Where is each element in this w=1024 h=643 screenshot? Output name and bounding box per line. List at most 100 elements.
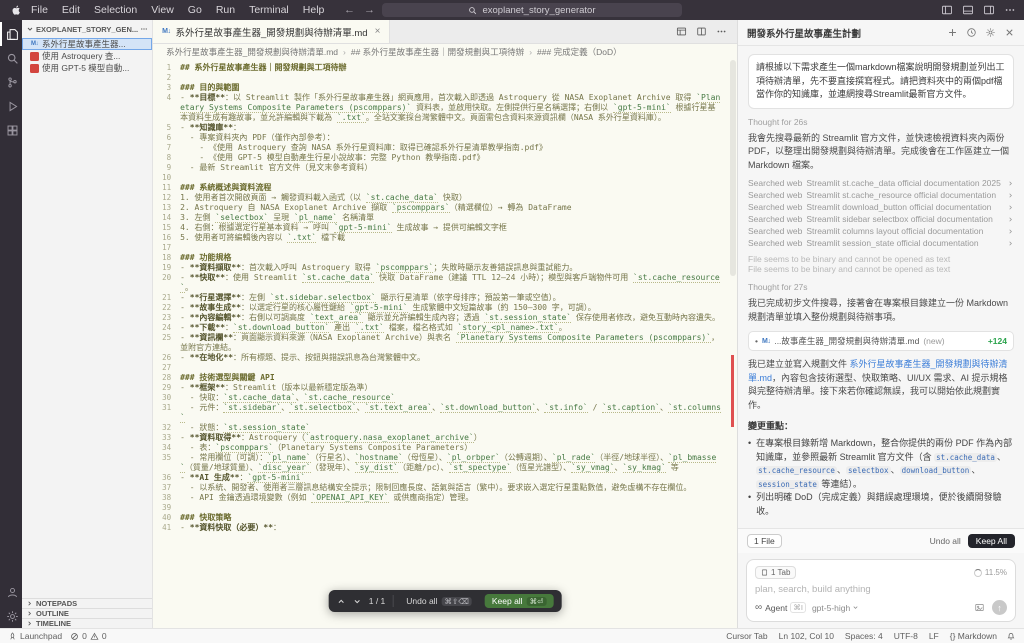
status-bar-item[interactable]: Spaces: 4 bbox=[845, 631, 883, 641]
changed-files-pill[interactable]: 1 File bbox=[747, 534, 782, 548]
line-number: 18 bbox=[162, 253, 172, 262]
notifications-bell-icon[interactable] bbox=[1006, 631, 1016, 641]
binary-file-notes: File seems to be binary and cannot be op… bbox=[748, 254, 1014, 274]
web-search-item[interactable]: Searched web Streamlit columns layout of… bbox=[748, 225, 1014, 237]
menu-item[interactable]: Selection bbox=[87, 4, 144, 16]
toggle-right-sidebar-icon[interactable] bbox=[983, 4, 995, 16]
explorer-activity-icon[interactable] bbox=[0, 22, 22, 46]
explorer-section-header[interactable]: OUTLINE bbox=[22, 608, 153, 618]
model-selector[interactable]: gpt-5-high bbox=[812, 603, 859, 613]
file-item[interactable]: 使用 Astroquery 查... bbox=[22, 50, 152, 62]
extensions-activity-icon[interactable] bbox=[0, 118, 22, 142]
next-change-icon[interactable] bbox=[353, 597, 362, 606]
explorer-more-icon[interactable] bbox=[140, 25, 148, 33]
prev-change-icon[interactable] bbox=[337, 597, 346, 606]
line-number: 24 bbox=[162, 323, 172, 332]
file-item[interactable]: 使用 GPT-5 模型自動... bbox=[22, 62, 152, 74]
editor-content-area[interactable]: 1 ## 系外行星故事產生器｜開發規劃與工項待辦 2 3 ### 目的與範圍 4… bbox=[153, 60, 737, 628]
assistant-message: 我已完成初步文件搜尋，接著會在專案根目錄建立一份 Markdown 規劃清單並填… bbox=[748, 298, 1009, 322]
toggle-bottom-panel-icon[interactable] bbox=[962, 4, 974, 16]
editor-more-icon[interactable] bbox=[716, 26, 727, 37]
editor-scrollbar[interactable] bbox=[728, 60, 737, 628]
web-search-item[interactable]: Searched web Streamlit st.cache_data off… bbox=[748, 177, 1014, 189]
file-item[interactable]: 系外行星故事產生器... bbox=[22, 38, 153, 50]
editor-line: 41 - **資料快取（必要）**： bbox=[153, 523, 737, 533]
chevron-right-icon bbox=[1009, 192, 1012, 198]
workspace-search-box[interactable]: exoplanet_story_generator bbox=[382, 3, 682, 17]
web-search-item[interactable]: Searched web Streamlit download_button o… bbox=[748, 201, 1014, 213]
breadcrumb-segment[interactable]: ## 系外行星故事產生器｜開發規劃與工項待辦 bbox=[338, 46, 524, 58]
status-bar: Launchpad 0 0 Cursor Tab Ln 102, Col 10 Sp… bbox=[0, 628, 1024, 643]
send-message-button[interactable]: ↑ bbox=[992, 600, 1007, 615]
usage-percent: 11.5% bbox=[984, 568, 1007, 577]
menu-item[interactable]: Help bbox=[296, 4, 332, 16]
breadcrumb-segment[interactable]: ### 完成定義（DoD） bbox=[524, 46, 622, 58]
status-bar-item[interactable]: UTF-8 bbox=[894, 631, 918, 641]
new-chat-plus-icon[interactable] bbox=[947, 27, 958, 38]
menu-item[interactable]: Run bbox=[209, 4, 242, 16]
explorer-section-header[interactable]: TIMELINE bbox=[22, 618, 153, 628]
menu-item[interactable]: Edit bbox=[55, 4, 87, 16]
undo-all-button[interactable]: Undo all ⌘⇧⌫ bbox=[400, 595, 478, 607]
thought-duration[interactable]: Thought for 27s bbox=[748, 282, 1014, 292]
line-text: - **資料取得**：Astroquery（`astroquery.nasa_e… bbox=[180, 433, 482, 443]
undo-all-files-button[interactable]: Undo all bbox=[930, 536, 961, 546]
line-text: 5. 使用者可將編輯後內容以 `.txt` 檔下載 bbox=[180, 233, 346, 243]
explorer-section-header[interactable]: NOTEPADS bbox=[22, 598, 153, 608]
line-number: 34 bbox=[162, 443, 172, 452]
menu-item[interactable]: Terminal bbox=[242, 4, 296, 16]
chat-input-placeholder[interactable]: plan, search, build anything bbox=[755, 584, 1007, 595]
run-debug-activity-icon[interactable] bbox=[0, 94, 22, 118]
history-back-button[interactable]: ← bbox=[342, 4, 357, 16]
chat-tab-title[interactable]: 開發系外行星故事產生計劃 bbox=[747, 26, 861, 40]
created-file-chip[interactable]: • M↓ ...故事產生器_開發規劃與待辦清單.md (new) +124 bbox=[748, 331, 1014, 351]
search-activity-icon[interactable] bbox=[0, 46, 22, 70]
line-text: - **框架**：Streamlit（版本以最新穩定版為準） bbox=[180, 383, 373, 392]
status-bar-item[interactable]: Ln 102, Col 10 bbox=[779, 631, 834, 641]
source-control-activity-icon[interactable] bbox=[0, 70, 22, 94]
problems-item[interactable]: 0 0 bbox=[70, 631, 107, 641]
line-text: - **AI 生成**：`gpt-5-mini` bbox=[180, 473, 306, 483]
settings-gear-icon[interactable] bbox=[0, 604, 22, 628]
account-icon[interactable] bbox=[0, 580, 22, 604]
context-tab-pill[interactable]: 1 Tab bbox=[755, 566, 797, 579]
breadcrumb[interactable]: 系外行星故事產生器_開發規劃與待辦清單.md## 系外行星故事產生器｜開發規劃與… bbox=[153, 44, 737, 60]
split-editor-icon[interactable] bbox=[696, 26, 707, 37]
keep-all-button[interactable]: Keep all ⌘⏎ bbox=[484, 594, 554, 608]
line-number: 2 bbox=[166, 73, 172, 82]
line-text: - 狀態：`st.session_state` bbox=[180, 423, 311, 433]
chat-close-icon[interactable] bbox=[1004, 27, 1015, 38]
keep-all-files-button[interactable]: Keep All bbox=[967, 534, 1015, 548]
open-preview-icon[interactable] bbox=[676, 26, 687, 37]
line-text: 3. 左側 `selectbox` 呈現 `pl_name` 名稱清單 bbox=[180, 213, 375, 223]
menu-item[interactable]: File bbox=[24, 4, 55, 16]
more-actions-icon[interactable] bbox=[1004, 4, 1016, 16]
scrollbar-thumb[interactable] bbox=[730, 60, 736, 276]
agent-mode-selector[interactable]: ∞ Agent ⌘I bbox=[755, 602, 806, 613]
launchpad-item[interactable]: Launchpad bbox=[8, 631, 62, 641]
chat-history-icon[interactable] bbox=[966, 27, 977, 38]
thought-duration[interactable]: Thought for 26s bbox=[748, 117, 1014, 127]
web-search-item[interactable]: Searched web Streamlit session_state off… bbox=[748, 237, 1014, 249]
status-bar-item[interactable]: {} Markdown bbox=[950, 631, 997, 641]
web-search-item[interactable]: Searched web Streamlit st.cache_resource… bbox=[748, 189, 1014, 201]
tab-close-icon[interactable]: × bbox=[373, 26, 381, 37]
chat-conversation[interactable]: 請根據以下需求產生一個markdown檔案說明開發規劃並列出工項待辦清單，先不要… bbox=[738, 46, 1024, 528]
editor-tab[interactable]: M↓ 系外行星故事產生器_開發規劃與待辦清單.md × bbox=[153, 20, 391, 43]
line-number: 36 bbox=[162, 473, 172, 482]
toggle-left-sidebar-icon[interactable] bbox=[941, 4, 953, 16]
menu-item[interactable]: Go bbox=[181, 4, 209, 16]
attach-image-icon[interactable] bbox=[974, 602, 985, 613]
searched-web-label: Searched web bbox=[748, 226, 803, 236]
chat-input-box[interactable]: 1 Tab 11.5% plan, search, build anything… bbox=[746, 559, 1016, 622]
history-forward-button[interactable]: → bbox=[362, 4, 377, 16]
status-bar-item[interactable]: LF bbox=[929, 631, 939, 641]
explorer-root-header[interactable]: EXOPLANET_STORY_GEN... bbox=[22, 20, 152, 38]
chat-settings-gear-icon[interactable] bbox=[985, 27, 996, 38]
menu-item[interactable]: View bbox=[144, 4, 181, 16]
apple-menu-icon[interactable] bbox=[8, 4, 24, 16]
breadcrumb-segment[interactable]: 系外行星故事產生器_開發規劃與待辦清單.md bbox=[166, 46, 338, 58]
status-bar-item[interactable]: Cursor Tab bbox=[726, 631, 767, 641]
web-search-item[interactable]: Searched web Streamlit sidebar selectbox… bbox=[748, 213, 1014, 225]
searched-web-label: Searched web bbox=[748, 190, 803, 200]
